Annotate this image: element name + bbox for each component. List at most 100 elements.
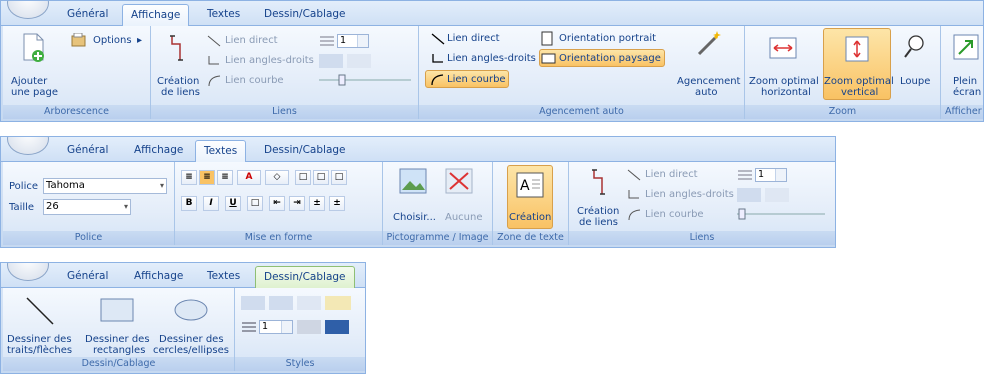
application-orb[interactable] [7,1,49,19]
ag-lien-angles-option[interactable]: Lien angles-droits [447,53,536,64]
plein-ecran-label-1[interactable]: Plein [953,76,977,87]
align-right-button[interactable]: ≡ [217,170,233,185]
text-box-button-3[interactable]: □ [331,170,347,185]
magnifier-icon[interactable] [903,34,925,60]
spacing-increase-button[interactable]: ± [329,196,345,211]
plein-ecran-label-2[interactable]: écran [953,87,981,98]
bold-button[interactable]: B [181,196,197,211]
dessiner-traits-label-2[interactable]: traits/flèches [7,345,72,356]
indent-decrease-button[interactable]: ⇤ [269,196,285,211]
ajouter-page-label-2[interactable]: une page [11,87,58,98]
lien-angles-option-2[interactable]: Lien angles-droits [645,189,734,200]
fill-color-dropdown-3[interactable] [325,296,351,310]
line-color-dropdown-2[interactable] [765,188,789,202]
application-orb-2[interactable] [7,137,49,155]
ajouter-page-label-1[interactable]: Ajouter [11,76,47,87]
tab-textes-2[interactable]: Textes [195,140,247,162]
image-choose-icon[interactable] [399,168,427,194]
lien-courbe-option-2[interactable]: Lien courbe [645,209,704,220]
fullscreen-icon[interactable] [953,34,979,60]
italic-button[interactable]: I [203,196,219,211]
agencement-auto-label-1[interactable]: Agencement [677,76,740,87]
font-color-button[interactable]: A [237,170,261,185]
font-size-combobox[interactable]: 26 ▾ [43,199,131,215]
options-icon[interactable] [71,33,87,47]
zoom-optimal-vertical-label-1[interactable]: Zoom optimal [824,76,894,87]
loupe-label[interactable]: Loupe [900,76,930,87]
draw-rectangle-icon[interactable] [100,298,134,322]
line-color-dropdown-3[interactable] [297,296,321,310]
creation-text-zone-label[interactable]: Création [509,212,551,223]
creation-liens-label-2[interactable]: de liens [161,87,200,98]
zoom-optimal-horizontal-label-2[interactable]: horizontal [761,87,811,98]
line-style-dropdown-3[interactable] [241,296,265,310]
lien-courbe-option[interactable]: Lien courbe [225,75,284,86]
zoom-optimal-horizontal-label-1[interactable]: Zoom optimal [749,76,819,87]
ag-lien-courbe-option[interactable]: Lien courbe [447,74,506,85]
orientation-paysage-option[interactable]: Orientation paysage [559,53,661,64]
spacing-decrease-button[interactable]: ± [309,196,325,211]
dessiner-rect-label-1[interactable]: Dessiner des [85,334,150,345]
highlight-color-button[interactable]: ◇ [265,170,289,185]
creation-liens-label-1[interactable]: Création [157,76,199,87]
add-page-icon[interactable] [21,32,47,64]
line-dash-dropdown-3[interactable] [269,296,293,310]
aucune-button[interactable]: Aucune [445,212,483,223]
text-box-button-2[interactable]: □ [313,170,329,185]
lien-angles-option[interactable]: Lien angles-droits [225,55,314,66]
zoom-horizontal-icon[interactable] [769,36,797,60]
line-weight-value-2: 1 [758,169,765,180]
draw-ellipse-icon[interactable] [173,298,209,322]
tab-dessin-cablage-2[interactable]: Dessin/Cablage [256,140,354,161]
dessiner-cercles-label-2[interactable]: cercles/ellipses [153,345,229,356]
group-zone-de-texte: A Création Zone de texte [493,162,569,245]
indent-increase-button[interactable]: ⇥ [289,196,305,211]
shadow-dropdown-3[interactable] [325,320,349,334]
border-button[interactable]: □ [247,196,263,211]
text-box-button-1[interactable]: □ [295,170,311,185]
align-center-button[interactable]: ≡ [199,170,215,185]
ag-lien-direct-option[interactable]: Lien direct [447,33,500,44]
line-weight-spinner-2[interactable]: 1 [755,168,787,182]
orientation-portrait-option[interactable]: Orientation portrait [559,33,656,44]
tab-affichage-3[interactable]: Affichage [126,266,191,287]
agencement-auto-label-2[interactable]: auto [695,87,718,98]
pattern-dropdown-3[interactable] [297,320,321,334]
line-style-dropdown[interactable] [319,54,343,68]
zoom-optimal-vertical-label-2[interactable]: vertical [841,87,878,98]
magic-wand-icon[interactable] [695,30,723,58]
creation-liens-label-1-2[interactable]: Création [577,206,619,217]
line-weight-spinner[interactable]: 1 [337,34,369,48]
tab-general-2[interactable]: Général [59,140,116,161]
tab-general-3[interactable]: Général [59,266,116,287]
link-creation-icon[interactable] [169,34,187,64]
tab-affichage[interactable]: Affichage [122,4,190,26]
dessiner-cercles-label-1[interactable]: Dessiner des [159,334,224,345]
line-style-dropdown-2[interactable] [737,188,761,202]
tab-general[interactable]: Général [59,4,116,25]
draw-line-icon[interactable] [23,296,57,326]
tab-dessin-cablage-3[interactable]: Dessin/Cablage [255,266,355,288]
application-orb-3[interactable] [7,263,49,281]
options-button[interactable]: Options [93,35,132,46]
align-left-button[interactable]: ≡ [181,170,197,185]
font-family-combobox[interactable]: Tahoma ▾ [43,178,167,194]
image-none-icon[interactable] [445,168,473,194]
line-weight-spinner-3[interactable]: 1 [259,320,293,334]
dessiner-rect-label-2[interactable]: rectangles [93,345,145,356]
lien-direct-option[interactable]: Lien direct [225,35,278,46]
tab-dessin-cablage[interactable]: Dessin/Cablage [256,4,354,25]
line-color-dropdown[interactable] [347,54,371,68]
link-creation-icon-2[interactable] [591,168,609,198]
creation-liens-label-2-2[interactable]: de liens [579,217,618,228]
curve-slider[interactable] [317,74,413,86]
choisir-button[interactable]: Choisir... [393,212,436,223]
dessiner-traits-label-1[interactable]: Dessiner des [7,334,72,345]
line-weight-value-3: 1 [262,321,269,332]
curve-slider-2[interactable] [735,208,827,220]
tab-textes-3[interactable]: Textes [199,266,248,287]
tab-affichage-2[interactable]: Affichage [126,140,191,161]
tab-textes[interactable]: Textes [199,4,248,25]
lien-direct-option-2[interactable]: Lien direct [645,169,698,180]
underline-button[interactable]: U [225,196,241,211]
